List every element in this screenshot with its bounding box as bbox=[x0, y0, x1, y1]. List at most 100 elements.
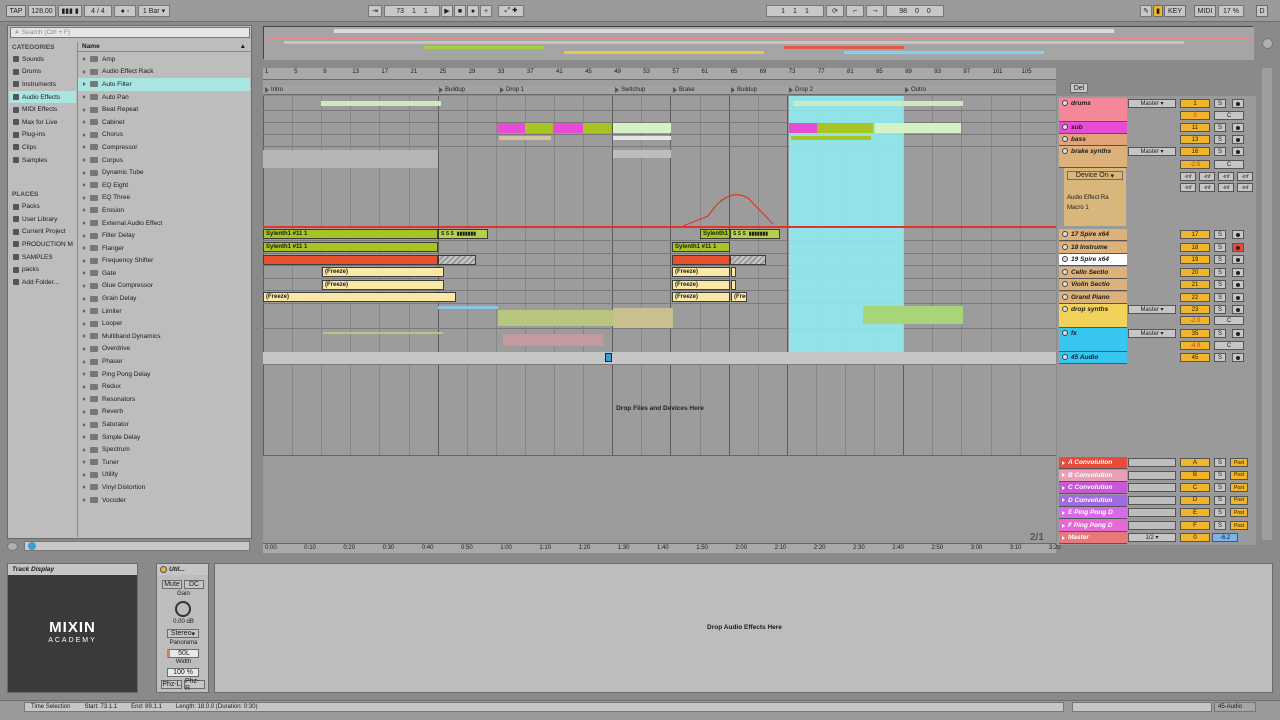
post-button[interactable]: Post bbox=[1230, 483, 1248, 493]
gain-knob[interactable] bbox=[175, 601, 191, 617]
track-header[interactable]: sub bbox=[1059, 122, 1127, 134]
play-button[interactable]: ▶ bbox=[441, 5, 453, 17]
automation-arm-button[interactable]: ⤢ ✚ bbox=[498, 5, 524, 17]
solo-button[interactable]: S bbox=[1214, 255, 1226, 264]
locator[interactable]: Switchup bbox=[615, 86, 645, 94]
expand-arrow-icon[interactable] bbox=[83, 208, 86, 213]
phase-right-button[interactable]: Phz-R bbox=[184, 678, 205, 692]
arrangement-position[interactable]: 73 1 1 bbox=[384, 5, 440, 17]
browser-item[interactable]: Reverb bbox=[78, 406, 250, 419]
midi-map-button[interactable]: MIDI bbox=[1194, 5, 1216, 17]
browser-item[interactable]: Overdrive bbox=[78, 343, 250, 356]
key-map-indicator[interactable]: ▮ bbox=[1153, 5, 1163, 17]
track-activator-icon[interactable] bbox=[1062, 256, 1068, 262]
locator[interactable]: Drop 2 bbox=[789, 86, 813, 94]
expand-arrow-icon[interactable] bbox=[83, 145, 86, 150]
browser-item[interactable]: EQ Eight bbox=[78, 179, 250, 192]
locator-lane[interactable]: Intro Buildup Drop 1 Switchup Brake Buildup Dr… bbox=[263, 86, 1056, 95]
clip-freeze-5[interactable]: (Freeze) bbox=[672, 280, 730, 290]
browser-item[interactable]: Saturator bbox=[78, 418, 250, 431]
browser-item[interactable]: Cabinet bbox=[78, 116, 250, 129]
track-volume-value[interactable]: -4.9 bbox=[1180, 341, 1210, 350]
category-drums[interactable]: Drums bbox=[9, 66, 76, 79]
expand-arrow-icon[interactable] bbox=[83, 359, 86, 364]
track-number-button[interactable]: 13 bbox=[1180, 135, 1210, 144]
pan-slider[interactable]: 50L bbox=[167, 649, 199, 658]
return-letter-button[interactable]: B bbox=[1180, 470, 1210, 480]
return-letter-button[interactable]: F bbox=[1180, 521, 1210, 530]
clip-sylenth-c-s[interactable]: S S S ▮▮▮▮▮▮▮ bbox=[730, 229, 780, 239]
track-volume-value[interactable]: 0 bbox=[1180, 111, 1210, 120]
master-track-header[interactable]: Master bbox=[1059, 532, 1127, 544]
arm-button[interactable] bbox=[1232, 305, 1244, 314]
clip-red-a[interactable] bbox=[263, 255, 438, 265]
audio-lane[interactable] bbox=[263, 352, 1056, 364]
return-track-header[interactable]: C Convolution bbox=[1059, 482, 1127, 495]
return-solo-button[interactable]: S bbox=[1214, 508, 1226, 518]
track-number-button[interactable]: 19 bbox=[1180, 255, 1210, 264]
track-activator-icon[interactable] bbox=[1062, 306, 1068, 312]
record-button[interactable]: ● bbox=[467, 5, 479, 17]
expand-arrow-icon[interactable] bbox=[83, 57, 86, 62]
expand-arrow-icon[interactable] bbox=[83, 258, 86, 263]
track-number-button[interactable]: 35 bbox=[1180, 329, 1210, 338]
arm-button[interactable] bbox=[1232, 268, 1244, 277]
expand-arrow-icon[interactable] bbox=[83, 271, 86, 276]
place-samples[interactable]: SAMPLES bbox=[9, 251, 76, 264]
arm-button[interactable] bbox=[1232, 230, 1244, 239]
expand-arrow-icon[interactable] bbox=[83, 69, 86, 74]
expand-arrow-icon[interactable] bbox=[83, 170, 86, 175]
return-send-slot[interactable] bbox=[1128, 508, 1176, 518]
expand-arrow-icon[interactable] bbox=[83, 334, 86, 339]
expand-arrow-icon[interactable] bbox=[83, 283, 86, 288]
track-header[interactable]: Grand Piano bbox=[1059, 292, 1127, 304]
expand-arrow-icon[interactable] bbox=[83, 384, 86, 389]
arm-button[interactable] bbox=[1232, 147, 1244, 156]
post-button[interactable]: Post bbox=[1230, 470, 1248, 480]
browser-item[interactable]: Gate bbox=[78, 267, 250, 280]
expand-arrow-icon[interactable] bbox=[83, 372, 86, 377]
category-plug-ins[interactable]: Plug-ins bbox=[9, 129, 76, 142]
browser-item[interactable]: Erosion bbox=[78, 204, 250, 217]
browser-item[interactable]: Auto Pan bbox=[78, 91, 250, 104]
pan-knob[interactable]: C bbox=[1214, 341, 1244, 350]
track-output-route[interactable]: Master ▾ bbox=[1128, 305, 1176, 314]
browser-item[interactable]: Spectrum bbox=[78, 443, 250, 456]
arm-button[interactable] bbox=[1232, 353, 1244, 362]
return-solo-button[interactable]: S bbox=[1214, 458, 1226, 467]
loop-switch[interactable]: ⟳ bbox=[826, 5, 844, 17]
loop-start-field[interactable]: 111 bbox=[766, 5, 824, 17]
track-header[interactable]: Violin Sectio bbox=[1059, 279, 1127, 291]
track-number-button[interactable]: 16 bbox=[1180, 147, 1210, 156]
return-letter-button[interactable]: E bbox=[1180, 508, 1210, 518]
delete-button[interactable]: Del bbox=[1070, 83, 1088, 93]
track-number-button[interactable]: 11 bbox=[1180, 123, 1210, 132]
return-letter-button[interactable]: D bbox=[1180, 495, 1210, 505]
track-header[interactable]: drop synths bbox=[1059, 304, 1127, 328]
width-slider[interactable]: 100 % bbox=[167, 668, 199, 677]
pan-knob[interactable]: C bbox=[1214, 316, 1244, 325]
track-header[interactable]: 17 Spire x64 bbox=[1059, 229, 1127, 241]
track-number-button[interactable]: 21 bbox=[1180, 280, 1210, 289]
category-audio-effects[interactable]: Audio Effects bbox=[9, 90, 76, 104]
solo-button[interactable]: S bbox=[1214, 123, 1226, 132]
track-number-button[interactable]: 1 bbox=[1180, 99, 1210, 108]
audio-clip-small[interactable] bbox=[605, 353, 612, 362]
place-current-project[interactable]: Current Project bbox=[9, 226, 76, 239]
stop-button[interactable]: ■ bbox=[454, 5, 466, 17]
expand-arrow-icon[interactable] bbox=[83, 309, 86, 314]
track-activator-icon[interactable] bbox=[1062, 231, 1068, 237]
category-sounds[interactable]: Sounds bbox=[9, 53, 76, 66]
arm-button[interactable] bbox=[1232, 329, 1244, 338]
solo-button[interactable]: S bbox=[1214, 243, 1226, 252]
solo-button[interactable]: S bbox=[1214, 99, 1226, 108]
return-send-slot[interactable] bbox=[1128, 458, 1176, 467]
expand-arrow-icon[interactable] bbox=[83, 460, 86, 465]
locator[interactable]: Buildup bbox=[731, 86, 757, 94]
metronome-button[interactable]: ● ◦ bbox=[114, 5, 136, 17]
browser-item[interactable]: Flanger bbox=[78, 242, 250, 255]
clip-freeze-6[interactable]: (Freeze) bbox=[672, 292, 730, 302]
follow-button[interactable]: ⇥ bbox=[368, 5, 382, 17]
nudge-buttons[interactable]: ▮▮▮ ▮ bbox=[58, 5, 82, 17]
browser-item[interactable]: Audio Effect Rack bbox=[78, 66, 250, 79]
